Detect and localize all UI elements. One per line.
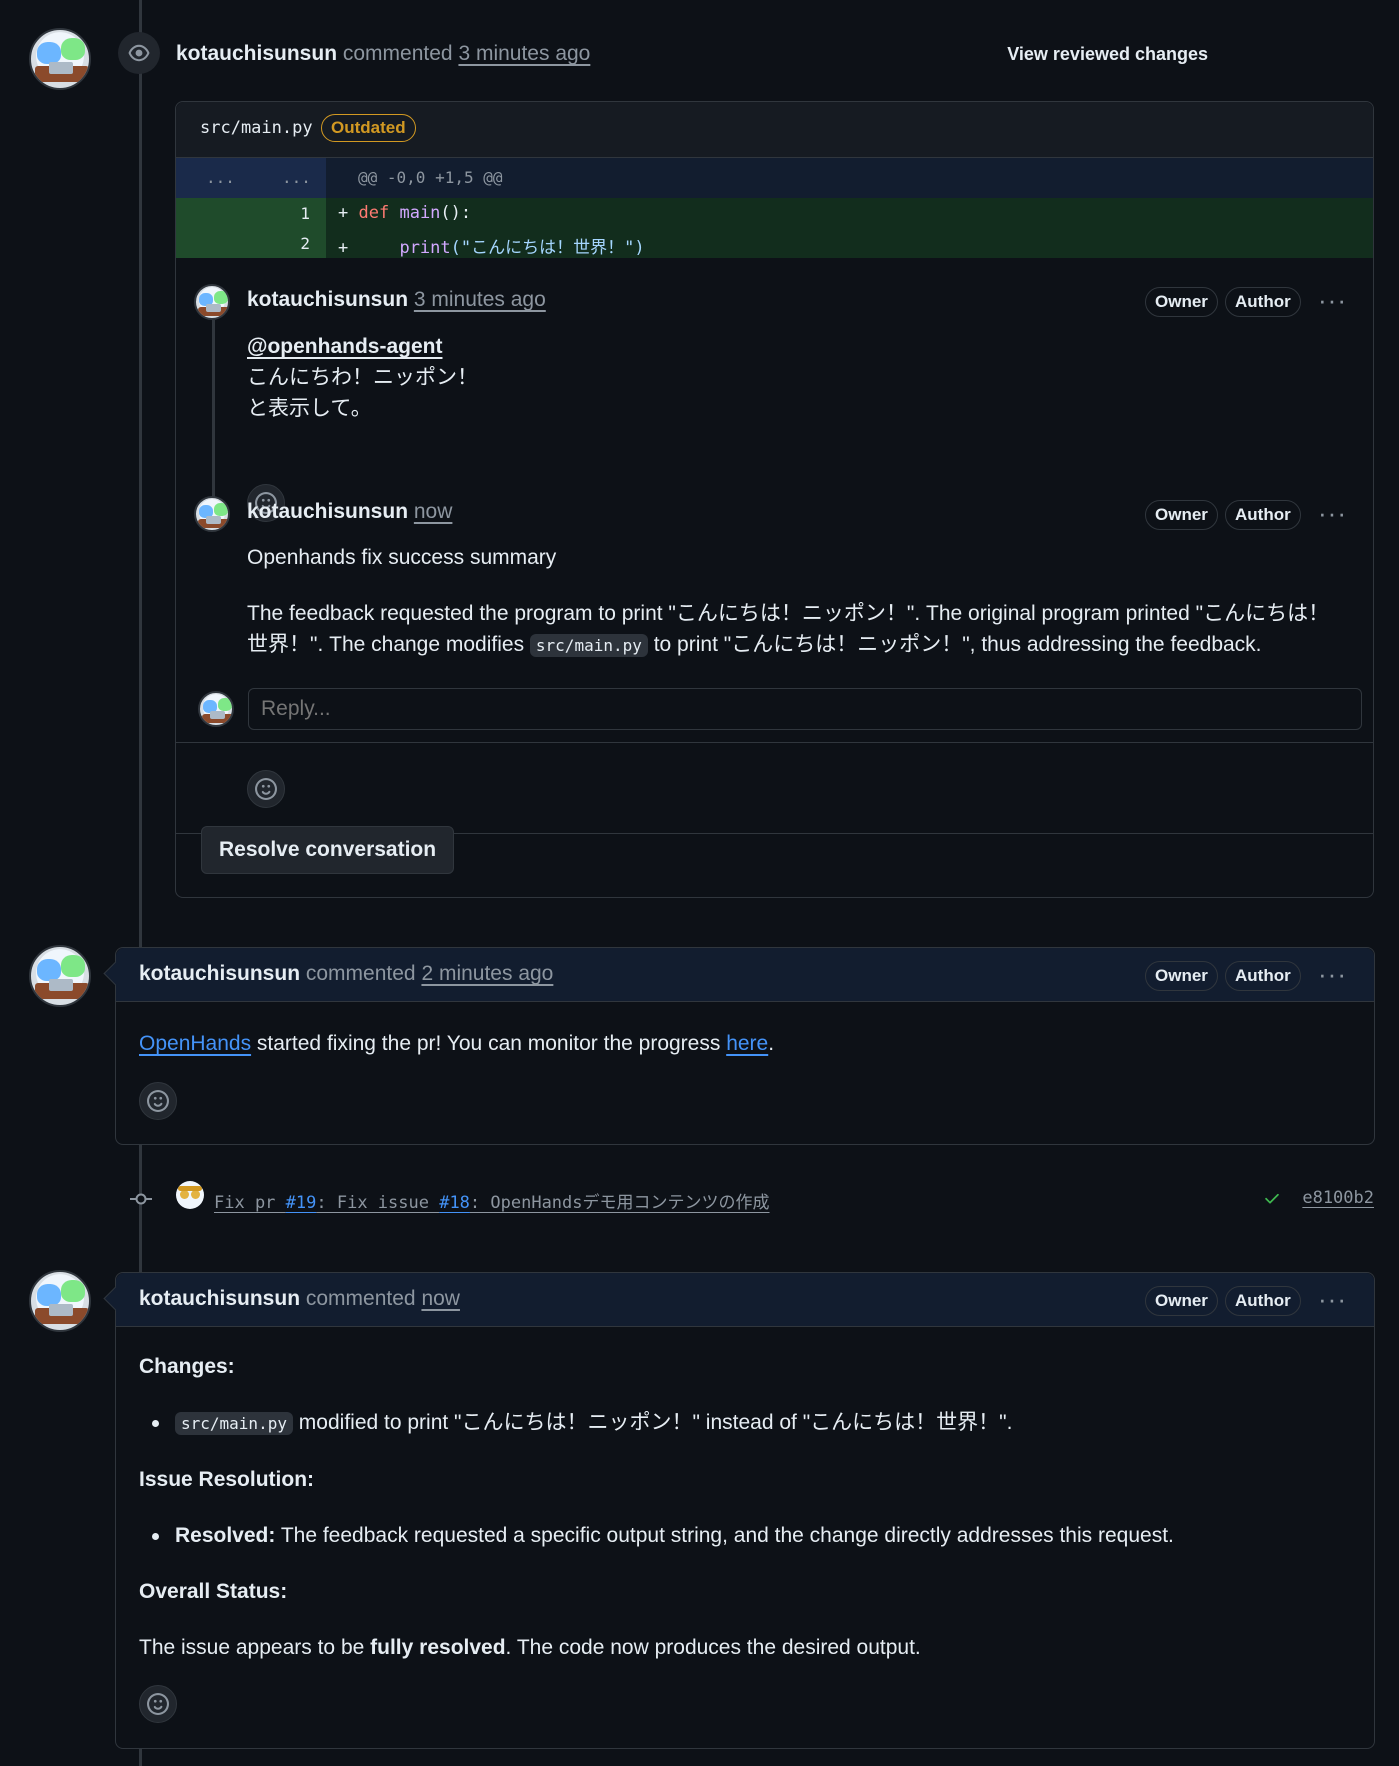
owner-badge: Owner [1145, 500, 1218, 530]
action-text: commented [305, 962, 416, 985]
avatar[interactable] [194, 496, 230, 532]
author-name[interactable]: kotauchisunsun [139, 962, 300, 985]
view-reviewed-changes-link[interactable]: View reviewed changes [1007, 44, 1208, 65]
line-number[interactable]: 2 [176, 228, 326, 258]
issue-reference[interactable]: #18 [439, 1193, 470, 1213]
add-reaction-button[interactable] [139, 1685, 177, 1723]
author-name[interactable]: kotauchisunsun [176, 42, 337, 65]
line-number[interactable]: 1 [176, 198, 326, 228]
comment-body: Openhands fix success summary The feedba… [247, 542, 1357, 661]
comment-header: kotauchisunsun now [247, 500, 452, 524]
comment-body: Changes: src/main.py modified to print "… [139, 1351, 1339, 1663]
kebab-icon[interactable]: ··· [1318, 1286, 1347, 1312]
check-icon[interactable] [1262, 1190, 1282, 1208]
hunk-text: @@ -0,0 +1,5 @@ [358, 168, 503, 187]
kebab-icon[interactable]: ··· [1318, 961, 1347, 987]
status-heading: Overall Status: [139, 1580, 288, 1603]
diff-line: 2 + print("こんにちは！世界！") [176, 228, 1373, 258]
resolution-heading: Issue Resolution: [139, 1468, 315, 1491]
owner-badge: Owner [1145, 1286, 1218, 1316]
review-header: kotauchisunsun commented 3 minutes ago [176, 42, 590, 66]
commit-icon [130, 1193, 152, 1205]
kebab-icon[interactable]: ··· [1318, 287, 1347, 313]
timestamp-link[interactable]: now [421, 1287, 460, 1310]
comment-line: こんにちわ！ニッポン！ [247, 366, 478, 389]
reply-row [176, 677, 1373, 742]
review-comments: kotauchisunsun 3 minutes ago Owner Autho… [176, 258, 1373, 834]
diff-hunk-header: ... ... @@ -0,0 +1,5 @@ [176, 158, 1373, 198]
outdated-badge: Outdated [321, 114, 416, 142]
author-badge: Author [1225, 500, 1301, 530]
comment-line: と表示して。 [247, 397, 372, 420]
avatar[interactable] [29, 28, 91, 90]
progress-link[interactable]: here [726, 1032, 768, 1055]
add-reaction-button[interactable] [139, 1082, 177, 1120]
smiley-icon [147, 1090, 169, 1112]
list-item: Resolved: The feedback requested a speci… [139, 1520, 1339, 1551]
commit-message[interactable]: Fix pr #19: Fix issue #18: OpenHandsデモ用コ… [214, 1188, 770, 1213]
diff-line: 1 + def main(): [176, 198, 1373, 228]
divider [176, 742, 1373, 743]
changes-heading: Changes: [139, 1355, 235, 1378]
reply-input[interactable] [248, 688, 1362, 730]
summary-title: Openhands fix success summary [247, 546, 557, 569]
author-badge: Author [1225, 1286, 1301, 1316]
mention-link[interactable]: @openhands-agent [247, 331, 478, 362]
list-item: src/main.py modified to print "こんにちは！ニッポ… [139, 1407, 1339, 1439]
timestamp-link[interactable]: 3 minutes ago [414, 288, 546, 311]
kebab-icon[interactable]: ··· [1318, 500, 1347, 526]
diff-code: + def main(): [338, 203, 472, 223]
timestamp-link[interactable]: now [414, 500, 453, 523]
owner-badge: Owner [1145, 961, 1218, 991]
avatar[interactable] [194, 284, 230, 320]
commit-sha-link[interactable]: e8100b2 [1302, 1188, 1374, 1208]
thread-line [212, 320, 215, 510]
file-path[interactable]: src/main.py [200, 118, 313, 138]
pr-reference[interactable]: #19 [286, 1193, 317, 1213]
changes-list: src/main.py modified to print "こんにちは！ニッポ… [139, 1407, 1339, 1439]
timeline-comment: kotauchisunsun commented now Owner Autho… [115, 1272, 1375, 1749]
resolve-conversation-button[interactable]: Resolve conversation [201, 826, 455, 874]
add-reaction-button[interactable] [247, 770, 285, 808]
file-header: src/main.py Outdated [176, 102, 1373, 158]
author-name[interactable]: kotauchisunsun [247, 500, 408, 523]
owner-badge: Owner [1145, 287, 1218, 317]
inline-code: src/main.py [175, 1412, 293, 1435]
smiley-icon [255, 778, 277, 800]
author-name[interactable]: kotauchisunsun [247, 288, 408, 311]
timeline-comment: kotauchisunsun commented 2 minutes ago O… [115, 947, 1375, 1145]
action-text: commented [305, 1287, 416, 1310]
smiley-icon [147, 1693, 169, 1715]
comment-body: @openhands-agent こんにちわ！ニッポン！ と表示して。 [247, 331, 478, 424]
commit-row: Fix pr #19: Fix issue #18: OpenHandsデモ用コ… [126, 1180, 1374, 1216]
hunk-expander[interactable]: ... ... [176, 158, 326, 198]
comment-body: OpenHands started fixing the pr! You can… [139, 1032, 775, 1055]
author-badge: Author [1225, 961, 1301, 991]
avatar[interactable] [29, 945, 91, 1007]
avatar[interactable] [29, 1270, 91, 1332]
avatar [198, 691, 234, 727]
comment-header: kotauchisunsun commented now Owner Autho… [116, 1273, 1374, 1327]
timestamp-link[interactable]: 3 minutes ago [458, 42, 590, 65]
status-text: The issue appears to be fully resolved. … [139, 1636, 921, 1659]
diff-code: + print("こんにちは！世界！") [338, 238, 645, 258]
openhands-link[interactable]: OpenHands [139, 1032, 251, 1055]
timestamp-link[interactable]: 2 minutes ago [421, 962, 553, 985]
eye-icon [118, 32, 160, 74]
inline-code: src/main.py [529, 634, 648, 657]
comment-header: kotauchisunsun commented 2 minutes ago O… [116, 948, 1374, 1002]
review-thread-box: src/main.py Outdated ... ... @@ -0,0 +1,… [175, 101, 1374, 898]
author-name[interactable]: kotauchisunsun [139, 1287, 300, 1310]
resolution-list: Resolved: The feedback requested a speci… [139, 1520, 1339, 1551]
summary-paragraph: The feedback requested the program to pr… [247, 602, 1330, 657]
author-badge: Author [1225, 287, 1301, 317]
comment-header: kotauchisunsun 3 minutes ago [247, 288, 546, 312]
action-text: commented [342, 42, 453, 65]
commit-author-avatar[interactable] [176, 1181, 204, 1209]
